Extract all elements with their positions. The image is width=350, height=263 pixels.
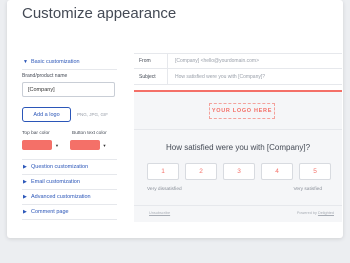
chevron-down-icon: ▼: [23, 59, 28, 65]
caret-down-icon: ▼: [102, 142, 107, 148]
section-label: Basic customization: [31, 59, 80, 65]
rating-scale: 1 2 3 4 5: [147, 163, 331, 180]
top-bar-color-label: Top bar color: [22, 131, 50, 136]
section-comment-page[interactable]: ▶ Comment page: [22, 205, 117, 220]
section-advanced-customization[interactable]: ▶ Advanced customization: [22, 190, 117, 205]
top-bar-color-swatch: [22, 140, 52, 150]
brand-name-input[interactable]: [Company]: [22, 82, 115, 97]
subject-label: Subject: [134, 69, 168, 84]
brand-name-label: Brand/product name: [22, 73, 68, 79]
button-text-color-label: Button text color: [72, 131, 107, 136]
button-text-color-picker[interactable]: ▼: [69, 140, 118, 150]
survey-question: How satisfied were you with [Company]?: [165, 143, 311, 152]
from-label: From: [134, 54, 168, 68]
button-text-color-swatch: [69, 140, 100, 150]
powered-by: Powered by Delighted: [297, 211, 334, 215]
rating-button-2[interactable]: 2: [185, 163, 217, 180]
customize-card: Customize appearance ▼ Basic customizati…: [7, 0, 343, 238]
customization-sidebar: ▼ Basic customization Brand/product name…: [22, 55, 117, 220]
section-label: Question customization: [31, 164, 89, 170]
section-label: Advanced customization: [31, 194, 91, 200]
top-bar-color-picker[interactable]: ▼: [22, 140, 70, 150]
rating-button-4[interactable]: 4: [261, 163, 293, 180]
chevron-right-icon: ▶: [23, 164, 27, 170]
subject-value: How satisfied were you with [Company]?: [175, 73, 266, 80]
scale-low-label: Very dissatisfied: [147, 187, 182, 192]
subject-row: Subject How satisfied were you with [Com…: [134, 69, 342, 85]
divider: [134, 129, 342, 130]
from-row: From [Company] <hello@yourdomain.com>: [134, 53, 342, 69]
rating-button-3[interactable]: 3: [223, 163, 255, 180]
chevron-right-icon: ▶: [23, 179, 27, 185]
divider: [134, 205, 342, 206]
page-title: Customize appearance: [22, 5, 177, 22]
powered-by-brand-link[interactable]: Delighted: [318, 211, 334, 215]
chevron-right-icon: ▶: [23, 209, 27, 215]
chevron-right-icon: ▶: [23, 194, 27, 200]
from-value: [Company] <hello@yourdomain.com>: [175, 58, 260, 64]
rating-button-5[interactable]: 5: [299, 163, 331, 180]
survey-preview: YOUR LOGO HERE How satisfied were you wi…: [134, 90, 342, 222]
section-label: Email customization: [31, 179, 80, 185]
section-question-customization[interactable]: ▶ Question customization: [22, 160, 117, 175]
section-email-customization[interactable]: ▶ Email customization: [22, 175, 117, 190]
add-logo-button[interactable]: Add a logo: [22, 107, 71, 122]
rating-button-1[interactable]: 1: [147, 163, 179, 180]
logo-placeholder: YOUR LOGO HERE: [209, 103, 275, 119]
logo-format-hint: PNG, JPG, GIF: [77, 112, 109, 117]
powered-by-prefix: Powered by: [296, 211, 318, 215]
unsubscribe-link[interactable]: Unsubscribe: [149, 211, 170, 215]
email-preview-panel: From [Company] <hello@yourdomain.com> Su…: [134, 53, 342, 222]
scale-high-label: Very satisfied: [293, 187, 322, 192]
section-basic-customization[interactable]: ▼ Basic customization: [22, 55, 117, 70]
section-label: Comment page: [31, 209, 69, 215]
caret-down-icon: ▼: [55, 142, 59, 148]
